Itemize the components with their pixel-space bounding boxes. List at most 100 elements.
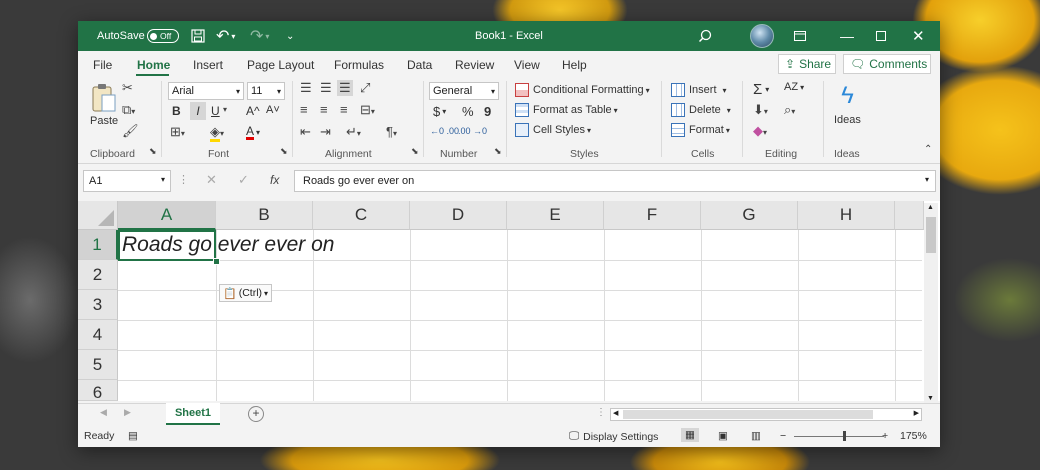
- tab-file[interactable]: File: [93, 58, 112, 72]
- column-header-a[interactable]: A: [118, 201, 216, 230]
- horizontal-scroll-thumb[interactable]: [623, 410, 873, 419]
- comments-button[interactable]: 🗨 Comments: [843, 54, 931, 74]
- wrap-text-icon[interactable]: ↵▾: [346, 124, 361, 140]
- paste-options-button[interactable]: 📋 (Ctrl) ▾: [219, 284, 273, 302]
- number-launcher-icon[interactable]: ⬊: [494, 146, 502, 157]
- font-launcher-icon[interactable]: ⬊: [280, 146, 288, 157]
- zoom-slider[interactable]: [794, 436, 884, 437]
- clipboard-launcher-icon[interactable]: ⬊: [149, 146, 157, 157]
- ideas-button[interactable]: ϟ Ideas: [834, 82, 861, 126]
- display-settings-button[interactable]: 🖵 Display Settings: [569, 430, 658, 443]
- borders-icon[interactable]: ⊞▾: [170, 124, 185, 140]
- decrease-indent-icon[interactable]: ⇤: [300, 124, 311, 140]
- chevron-down-icon[interactable]: ▾: [223, 105, 227, 114]
- decrease-decimal-button[interactable]: .00 →0: [458, 126, 487, 136]
- grow-font-button[interactable]: A^: [246, 104, 260, 118]
- select-all-corner[interactable]: [78, 201, 118, 230]
- undo-icon[interactable]: ↶ ▾: [216, 21, 235, 51]
- vertical-scrollbar[interactable]: ▲ ▼: [924, 203, 938, 403]
- copy-icon[interactable]: ⧉▾: [122, 102, 135, 118]
- scroll-sheets-left-icon[interactable]: ◀: [100, 407, 107, 418]
- cancel-icon[interactable]: ✕: [206, 172, 217, 188]
- underline-button[interactable]: U: [211, 104, 220, 118]
- avatar[interactable]: [750, 21, 774, 51]
- row-header-1[interactable]: 1: [78, 230, 118, 260]
- scroll-up-icon[interactable]: ▲: [927, 204, 934, 211]
- tab-formulas[interactable]: Formulas: [334, 58, 384, 72]
- format-as-table-button[interactable]: Format as Table ▾: [515, 103, 618, 117]
- new-sheet-icon[interactable]: +: [248, 406, 264, 422]
- column-header-c[interactable]: C: [313, 201, 410, 230]
- find-select-icon[interactable]: ⌕▾: [784, 102, 795, 118]
- autosave-toggle[interactable]: Off: [147, 21, 179, 51]
- italic-button[interactable]: I: [190, 102, 206, 120]
- conditional-formatting-button[interactable]: Conditional Formatting ▾: [515, 83, 650, 97]
- insert-function-icon[interactable]: fx: [270, 173, 279, 187]
- fill-icon[interactable]: ⬇▾: [753, 102, 768, 118]
- tab-page-layout[interactable]: Page Layout: [247, 58, 314, 72]
- cell-styles-button[interactable]: Cell Styles ▾: [515, 123, 591, 137]
- column-header-e[interactable]: E: [507, 201, 604, 230]
- increase-decimal-button[interactable]: ←0 .00: [430, 126, 459, 136]
- row-header-6[interactable]: 6: [78, 380, 118, 402]
- close-icon[interactable]: ✕: [912, 21, 925, 51]
- column-header-d[interactable]: D: [410, 201, 507, 230]
- tab-review[interactable]: Review: [455, 58, 494, 72]
- cut-icon[interactable]: ✂: [122, 80, 133, 96]
- name-box[interactable]: A1 ▾: [83, 170, 171, 192]
- column-header-f[interactable]: F: [604, 201, 701, 230]
- align-top-icon[interactable]: ☰: [300, 80, 312, 96]
- tab-insert[interactable]: Insert: [193, 58, 223, 72]
- percent-button[interactable]: %: [462, 104, 474, 119]
- row-header-4[interactable]: 4: [78, 320, 118, 350]
- scroll-down-icon[interactable]: ▼: [927, 395, 934, 402]
- page-break-view-icon[interactable]: ▥: [751, 430, 761, 442]
- redo-icon[interactable]: ↷ ▾: [250, 21, 269, 51]
- font-size-select[interactable]: 11 ▾: [247, 82, 285, 100]
- expand-formula-bar-icon[interactable]: ▾: [925, 175, 929, 184]
- delete-cells-button[interactable]: Delete ▾: [671, 103, 731, 117]
- maximize-icon[interactable]: [876, 21, 886, 51]
- merge-center-icon[interactable]: ⊟▾: [360, 102, 375, 118]
- collapse-ribbon-icon[interactable]: ⌃: [924, 144, 932, 155]
- zoom-in-button[interactable]: +: [882, 430, 888, 442]
- row-header-3[interactable]: 3: [78, 290, 118, 320]
- format-cells-button[interactable]: Format ▾: [671, 123, 730, 137]
- format-painter-icon[interactable]: 🖌: [122, 123, 139, 139]
- insert-cells-button[interactable]: Insert ▾: [671, 83, 727, 97]
- horizontal-scrollbar[interactable]: ◀ ▶: [610, 408, 922, 421]
- enter-icon[interactable]: ✓: [238, 172, 249, 188]
- fill-handle[interactable]: [213, 258, 220, 265]
- font-name-select[interactable]: Arial ▾: [168, 82, 244, 100]
- align-bottom-icon[interactable]: ☰: [337, 80, 353, 96]
- search-icon[interactable]: [698, 21, 712, 51]
- tab-data[interactable]: Data: [407, 58, 432, 72]
- tab-home[interactable]: Home: [137, 58, 170, 72]
- align-right-icon[interactable]: ≡: [340, 102, 348, 117]
- font-color-button[interactable]: A ▾: [246, 125, 260, 140]
- align-middle-icon[interactable]: ☰: [320, 80, 332, 96]
- zoom-slider-thumb[interactable]: [843, 431, 846, 441]
- save-icon[interactable]: [191, 21, 205, 51]
- page-layout-view-icon[interactable]: ▣: [718, 430, 728, 442]
- tab-view[interactable]: View: [514, 58, 540, 72]
- zoom-out-button[interactable]: −: [780, 430, 786, 442]
- shrink-font-button[interactable]: A˅: [266, 104, 280, 116]
- normal-view-icon[interactable]: ▦: [681, 428, 699, 442]
- scroll-right-icon[interactable]: ▶: [914, 409, 919, 417]
- sort-filter-button[interactable]: AZ ▾: [784, 81, 804, 93]
- paste-button[interactable]: Paste: [90, 83, 118, 127]
- vertical-scroll-thumb[interactable]: [926, 217, 936, 253]
- text-direction-icon[interactable]: ¶▾: [386, 124, 397, 139]
- autosum-button[interactable]: Σ ▾: [753, 81, 769, 98]
- scroll-left-icon[interactable]: ◀: [613, 409, 618, 417]
- sheet-tab-sheet1[interactable]: Sheet1: [166, 403, 220, 425]
- share-button[interactable]: ⇪ Share: [778, 54, 836, 74]
- fill-color-icon[interactable]: ◈▾: [210, 124, 224, 142]
- row-header-5[interactable]: 5: [78, 350, 118, 380]
- comma-button[interactable]: 9: [484, 104, 491, 119]
- active-cell-a1[interactable]: [118, 230, 216, 261]
- bold-button[interactable]: B: [172, 104, 181, 118]
- column-header-g[interactable]: G: [701, 201, 798, 230]
- customize-icon[interactable]: ⌄: [286, 21, 294, 51]
